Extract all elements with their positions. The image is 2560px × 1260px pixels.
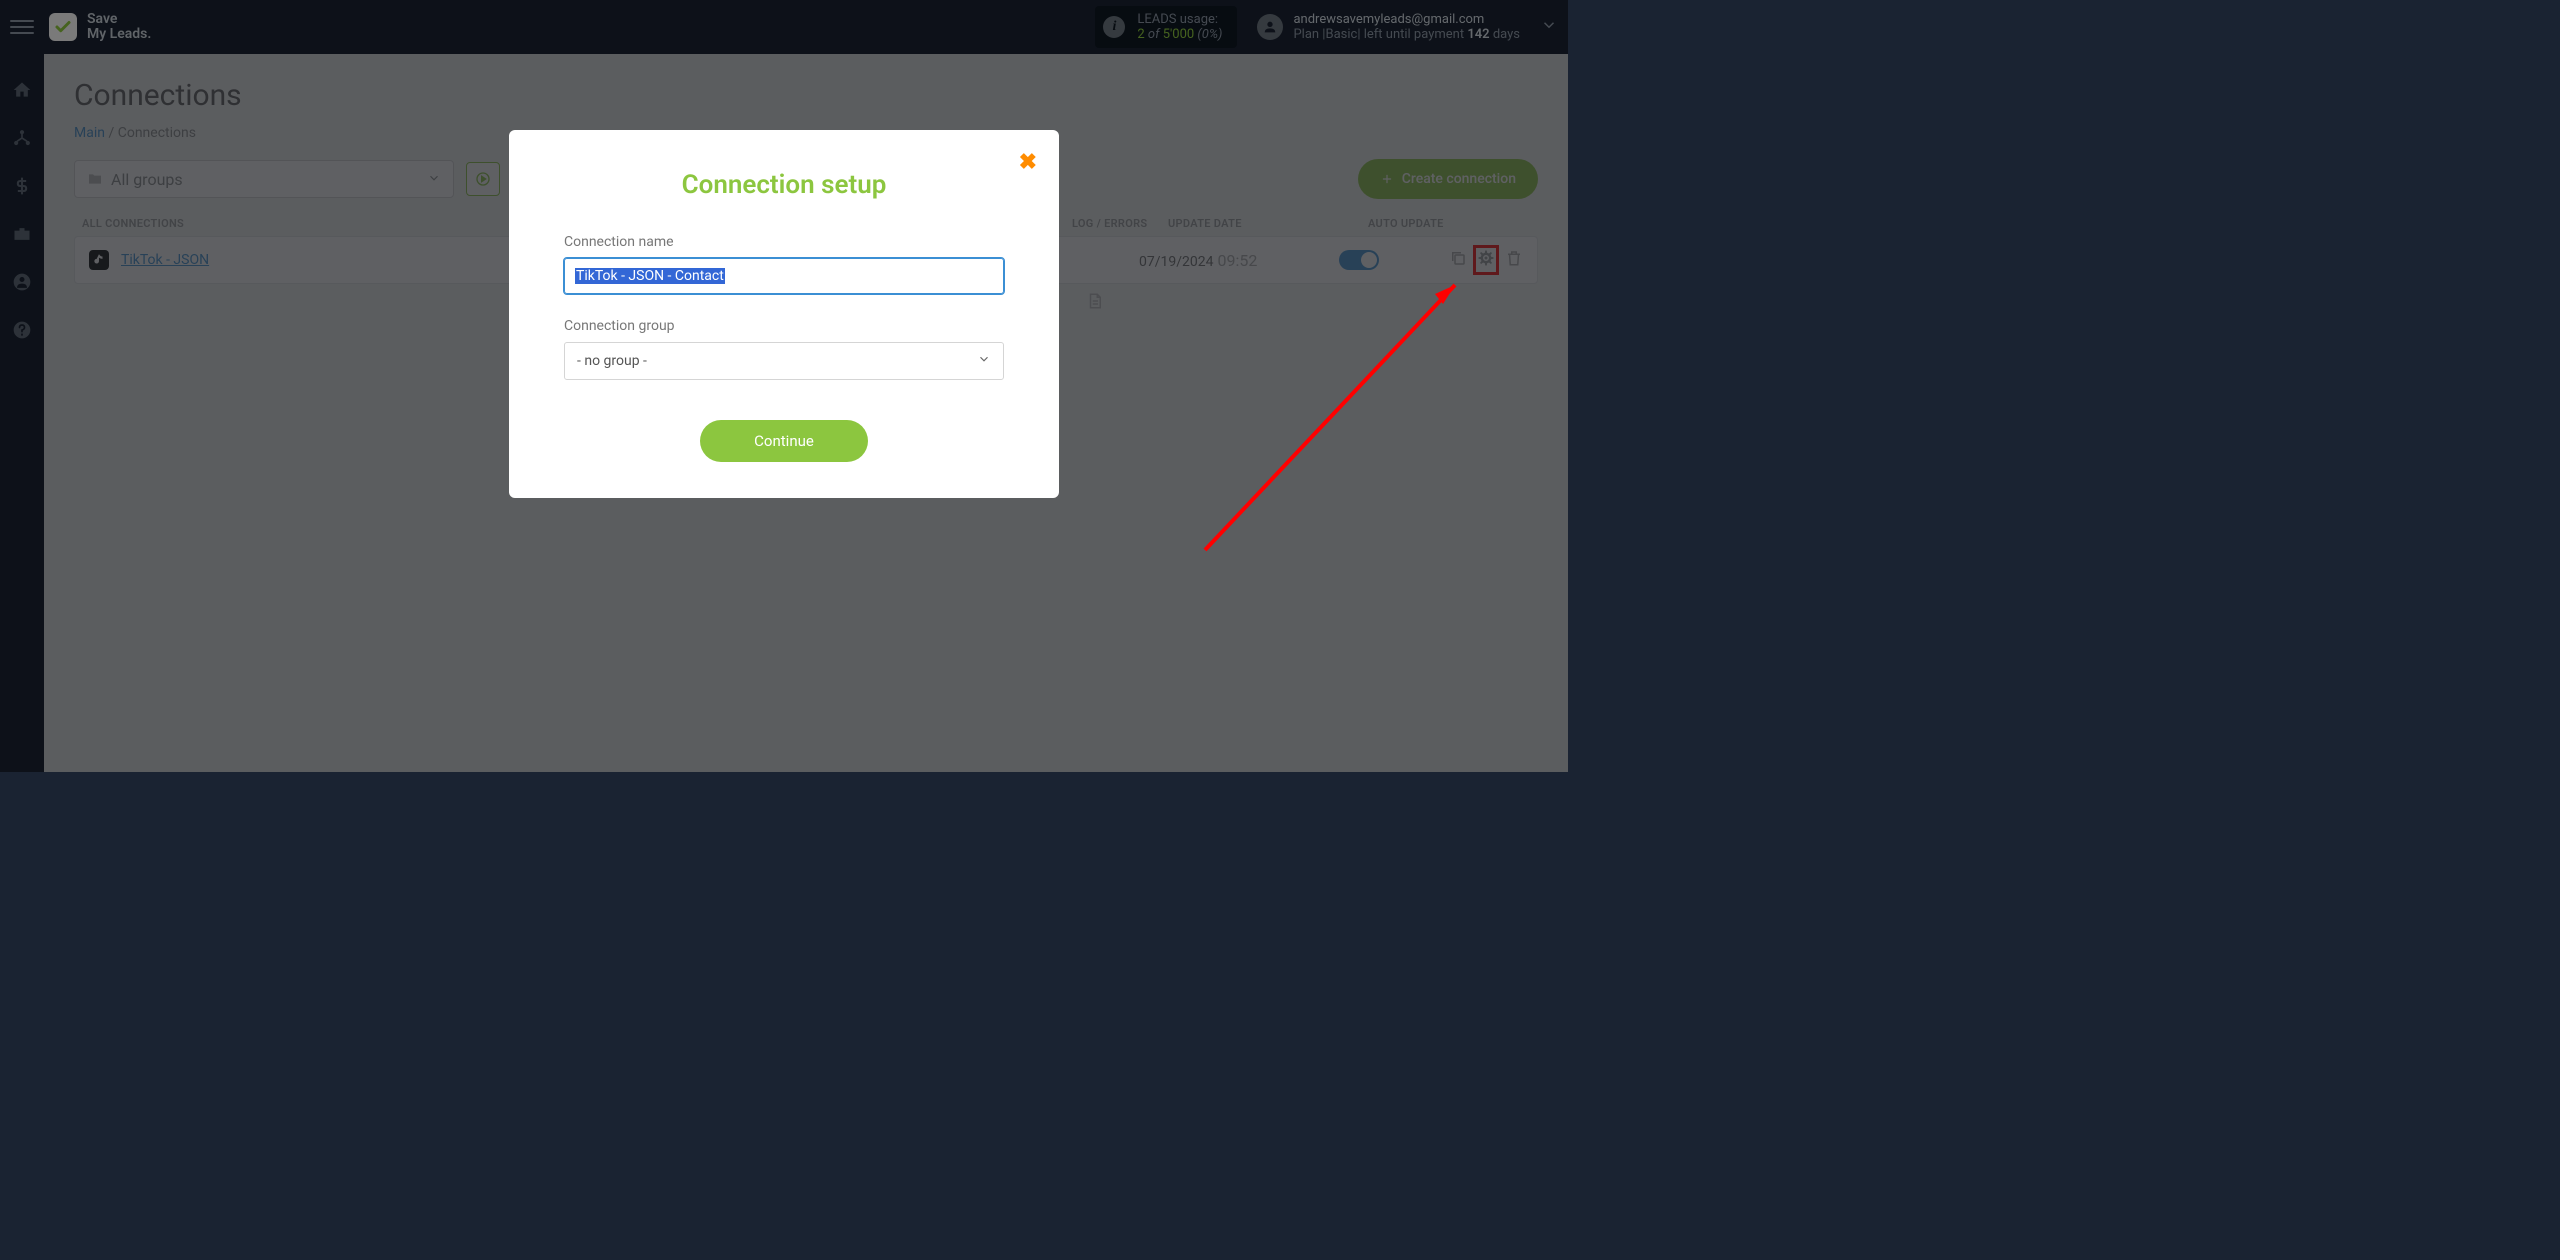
modal-title: Connection setup <box>564 170 1004 200</box>
continue-button[interactable]: Continue <box>700 420 868 462</box>
connection-name-input[interactable]: TikTok - JSON - Contact <box>564 258 1004 294</box>
chevron-down-icon <box>977 352 991 370</box>
connection-group-select[interactable]: - no group - <box>564 342 1004 380</box>
modal-overlay[interactable]: ✖ Connection setup Connection name TikTo… <box>0 0 1568 772</box>
connection-group-label: Connection group <box>564 318 1004 334</box>
close-icon[interactable]: ✖ <box>1019 150 1037 175</box>
connection-setup-modal: ✖ Connection setup Connection name TikTo… <box>509 130 1059 498</box>
connection-name-label: Connection name <box>564 234 1004 250</box>
